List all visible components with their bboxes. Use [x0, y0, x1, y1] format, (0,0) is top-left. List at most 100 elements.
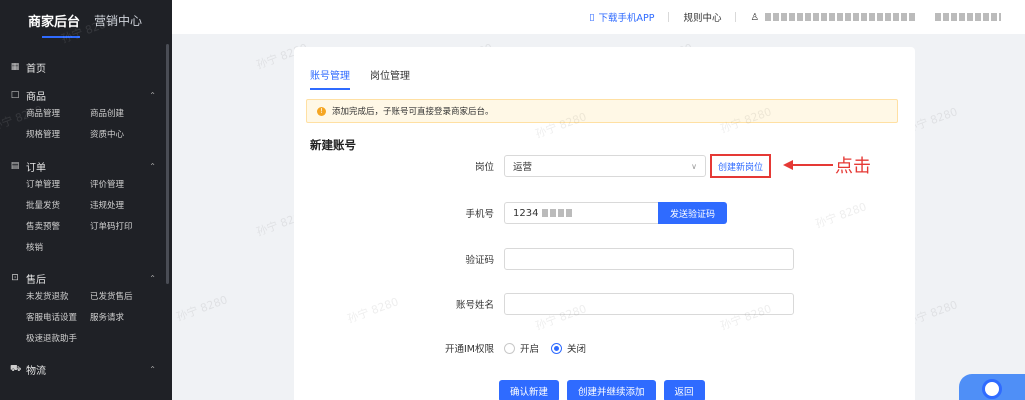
arrow-left-icon: [783, 159, 833, 171]
position-select[interactable]: 运营 ∨: [504, 155, 706, 177]
code-input[interactable]: [504, 248, 794, 270]
sidebar-submenu-aftersale: 未发货退款 已发货售后 客服电话设置 服务请求 极速退款助手: [0, 287, 172, 350]
radio-circle: [504, 342, 515, 354]
phone-input[interactable]: 1234: [504, 202, 658, 224]
user-menu[interactable]: ♙: [750, 12, 1001, 23]
divider: [668, 12, 670, 22]
redacted-phone-digits: [542, 209, 573, 217]
marketing-center-link[interactable]: 营销中心: [94, 12, 142, 29]
robot-face-icon: [982, 379, 1002, 399]
sidebar-group-logistics[interactable]: ⛟ 物流 ⌃: [0, 360, 172, 378]
code-row: 验证码: [394, 248, 794, 270]
customer-service-float-button[interactable]: [959, 374, 1025, 400]
watermark: 孙宁 8280: [345, 295, 401, 326]
create-and-continue-button[interactable]: 创建并继续添加: [567, 380, 656, 400]
sidebar-item-shipped-aftersale[interactable]: 已发货售后: [90, 287, 160, 308]
sidebar-item-goods-create[interactable]: 商品创建: [90, 104, 160, 125]
tabs: 账号管理 岗位管理: [310, 67, 410, 90]
im-on-label: 开启: [520, 344, 540, 355]
sidebar-item-service-request[interactable]: 服务请求: [90, 308, 160, 329]
sidebar-group-goods[interactable]: □ 商品 ⌃: [0, 86, 172, 104]
return-box-icon: ⊡: [11, 273, 19, 283]
tab-account-manage[interactable]: 账号管理: [310, 67, 350, 90]
sidebar-group-label: 商品: [26, 91, 46, 103]
download-app-label: 下载手机APP: [598, 13, 655, 24]
brand: 商家后台 营销中心: [0, 0, 172, 40]
form-actions: 确认新建 创建并继续添加 返回: [499, 380, 705, 400]
alert-text: 添加完成后，子账号可直接登录商家后台。: [332, 107, 494, 117]
sidebar: 商家后台 营销中心 ▦ 首页 □ 商品 ⌃ 商品管理 商品创建 规格管理 资质中…: [0, 0, 172, 400]
content-card: 账号管理 岗位管理 ! 添加完成后，子账号可直接登录商家后台。 新建账号 岗位 …: [294, 47, 915, 400]
chevron-up-icon: ⌃: [149, 161, 156, 171]
sidebar-item-service-phone[interactable]: 客服电话设置: [26, 308, 90, 329]
name-label: 账号姓名: [455, 300, 494, 311]
section-title: 新建账号: [310, 138, 356, 152]
sidebar-item-order-code-print[interactable]: 订单码打印: [90, 217, 160, 238]
top-bar: ▯ 下载手机APP 规则中心 ♙: [172, 0, 1025, 34]
im-row: 开通IM权限 开启 关闭: [394, 341, 598, 355]
im-on-radio[interactable]: 开启: [504, 341, 539, 355]
sidebar-item-verify[interactable]: 核销: [26, 238, 90, 259]
rules-center-link[interactable]: 规则中心: [683, 10, 721, 24]
chevron-down-icon: ∨: [691, 161, 697, 171]
user-icon: ♙: [750, 11, 759, 23]
click-annotation: 点击: [783, 152, 871, 178]
sidebar-item-home[interactable]: ▦ 首页: [0, 58, 172, 76]
sidebar-item-fast-refund[interactable]: 极速退款助手: [26, 329, 90, 350]
watermark: 孙宁 8280: [174, 293, 230, 324]
sidebar-item-sale-alert[interactable]: 售卖预警: [26, 217, 90, 238]
account-name-input[interactable]: [504, 293, 794, 315]
code-label: 验证码: [465, 255, 494, 266]
sidebar-group-orders[interactable]: ▤ 订单 ⌃: [0, 157, 172, 175]
sidebar-item-bulk-ship[interactable]: 批量发货: [26, 196, 90, 217]
radio-circle-selected: [551, 342, 563, 354]
sidebar-item-goods-manage[interactable]: 商品管理: [26, 104, 90, 125]
sidebar-item-unshipped-refund[interactable]: 未发货退款: [26, 287, 90, 308]
sidebar-scrollbar[interactable]: [166, 44, 169, 284]
sidebar-submenu-orders: 订单管理 评价管理 批量发货 违规处理 售卖预警 订单码打印 核销: [0, 175, 172, 259]
phone-label: 手机号: [465, 209, 494, 220]
sidebar-group-label: 订单: [26, 162, 46, 174]
chevron-up-icon: ⌃: [149, 364, 156, 374]
document-icon: ▤: [10, 161, 20, 171]
tab-position-manage[interactable]: 岗位管理: [370, 67, 410, 90]
im-label: 开通IM权限: [445, 344, 494, 355]
info-alert: ! 添加完成后，子账号可直接登录商家后台。: [306, 99, 898, 123]
redacted-account-name: [765, 13, 915, 21]
sidebar-submenu-goods: 商品管理 商品创建 规格管理 资质中心: [0, 104, 172, 146]
bag-icon: □: [10, 90, 20, 100]
im-off-radio[interactable]: 关闭: [551, 341, 586, 355]
download-app-link[interactable]: ▯ 下载手机APP: [589, 10, 655, 25]
chevron-up-icon: ⌃: [149, 90, 156, 100]
position-value: 运营: [513, 162, 533, 173]
send-code-button[interactable]: 发送验证码: [658, 202, 728, 224]
position-row: 岗位 运营 ∨ 创建新岗位: [394, 154, 772, 178]
sidebar-item-qualification[interactable]: 资质中心: [90, 125, 160, 146]
sidebar-item-label: 首页: [26, 63, 46, 75]
position-label: 岗位: [474, 162, 494, 173]
im-off-label: 关闭: [567, 344, 587, 355]
phone-row: 手机号 1234 发送验证码: [394, 202, 728, 224]
truck-icon: ⛟: [10, 363, 22, 374]
brand-title[interactable]: 商家后台: [28, 11, 81, 38]
grid-icon: ▦: [10, 62, 20, 72]
chevron-up-icon: ⌃: [149, 273, 156, 283]
phone-value: 1234: [513, 207, 539, 219]
create-position-link[interactable]: 创建新岗位: [710, 154, 772, 178]
sidebar-item-spec-manage[interactable]: 规格管理: [26, 125, 90, 146]
confirm-create-button[interactable]: 确认新建: [499, 380, 560, 400]
sidebar-group-aftersale[interactable]: ⊡ 售后 ⌃: [0, 269, 172, 287]
warning-icon: !: [317, 106, 326, 116]
divider: [735, 12, 737, 22]
watermark: 孙宁 8280: [813, 200, 869, 231]
sidebar-item-review-manage[interactable]: 评价管理: [90, 175, 160, 196]
sidebar-group-label: 售后: [26, 274, 46, 286]
back-button[interactable]: 返回: [663, 380, 705, 400]
sidebar-item-violations[interactable]: 违规处理: [90, 196, 160, 217]
sidebar-group-label: 物流: [26, 365, 46, 377]
name-row: 账号姓名: [394, 293, 794, 315]
sidebar-item-order-manage[interactable]: 订单管理: [26, 175, 90, 196]
annotation-text: 点击: [835, 156, 871, 177]
phone-icon: ▯: [589, 11, 595, 23]
redacted-shop-name: [935, 13, 1001, 21]
